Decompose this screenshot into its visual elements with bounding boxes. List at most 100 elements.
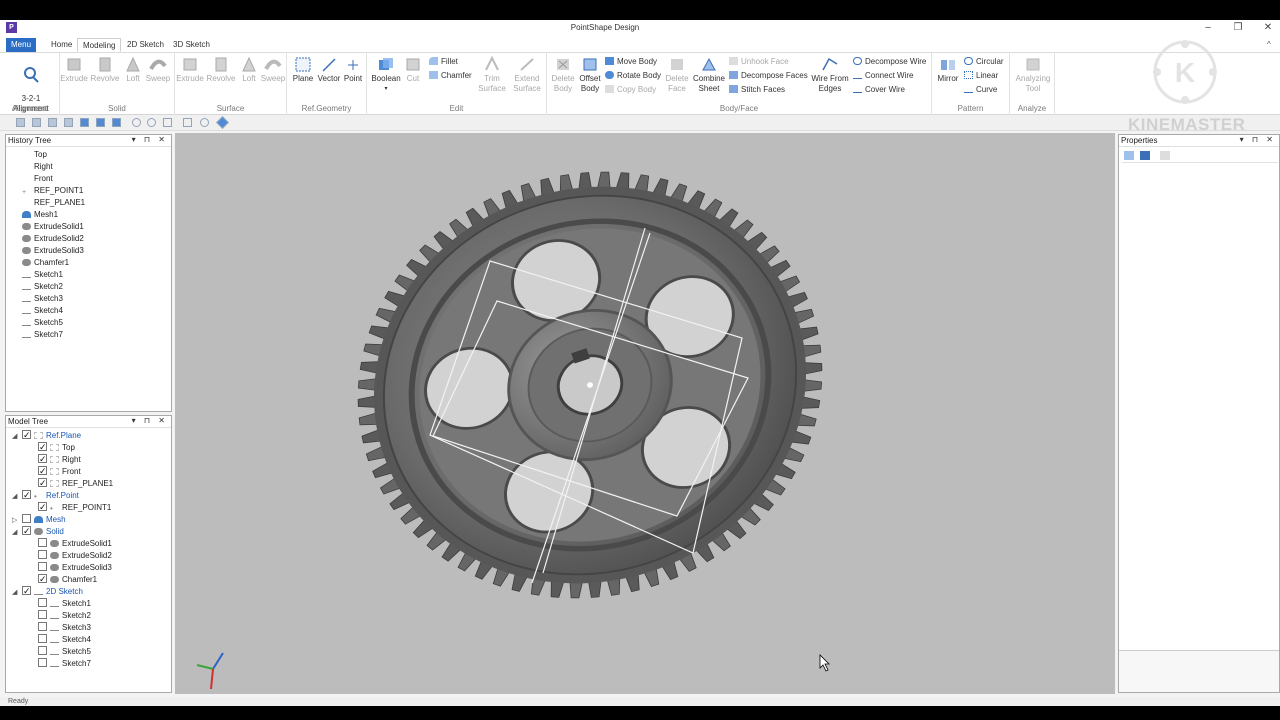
model-tree-item[interactable]: • REF_POINT1: [38, 501, 111, 514]
model-tree-item[interactable]: REF_PLANE1: [38, 477, 113, 490]
combine-sheet-button[interactable]: Combine Sheet: [692, 56, 726, 94]
history-item[interactable]: Sketch7: [22, 329, 63, 341]
history-item[interactable]: Chamfer1: [22, 257, 69, 269]
history-item[interactable]: Right: [22, 161, 53, 173]
visibility-checkbox[interactable]: [38, 453, 47, 465]
visibility-checkbox[interactable]: [38, 501, 47, 513]
visibility-checkbox[interactable]: [22, 525, 31, 537]
rotate-view-ccw-icon[interactable]: [147, 118, 156, 127]
rotate-view-icon[interactable]: [132, 118, 141, 127]
history-item[interactable]: Sketch3: [22, 293, 63, 305]
history-item[interactable]: ExtrudeSolid1: [22, 221, 84, 233]
move-body-button[interactable]: Move Body: [605, 57, 657, 66]
display-mode-icon[interactable]: [216, 116, 229, 129]
history-item[interactable]: Mesh1: [22, 209, 58, 221]
cover-wire-button[interactable]: Cover Wire: [853, 85, 905, 94]
visibility-checkbox[interactable]: [38, 610, 47, 619]
surface-sweep-button[interactable]: Sweep: [260, 56, 286, 84]
fillet-button[interactable]: Fillet: [429, 57, 458, 66]
visibility-checkbox[interactable]: [38, 622, 47, 631]
ribbon-collapse-icon[interactable]: ^: [1262, 38, 1276, 52]
visibility-checkbox[interactable]: [38, 658, 47, 667]
visibility-checkbox[interactable]: [38, 441, 47, 453]
visibility-checkbox[interactable]: [38, 598, 47, 607]
zoom-icon[interactable]: [200, 118, 209, 127]
solid-extrude-button[interactable]: Extrude: [60, 56, 88, 84]
view-bottom-icon[interactable]: [96, 118, 105, 127]
categorized-icon[interactable]: [1124, 151, 1134, 160]
tab-3d-sketch[interactable]: 3D Sketch: [168, 38, 215, 52]
model-tree-item[interactable]: Sketch4: [38, 634, 91, 646]
model-tree-item[interactable]: Sketch3: [38, 622, 91, 634]
maximize-icon[interactable]: ❐: [1228, 21, 1248, 35]
curve-button[interactable]: Curve: [964, 85, 997, 94]
visibility-checkbox[interactable]: [22, 489, 31, 501]
view-iso-icon[interactable]: [112, 118, 121, 127]
trim-surface-button[interactable]: Trim Surface: [477, 56, 507, 94]
surface-loft-button[interactable]: Loft: [238, 56, 260, 84]
visibility-checkbox[interactable]: [38, 573, 47, 585]
history-item[interactable]: Top: [22, 149, 47, 161]
visibility-checkbox[interactable]: [38, 550, 47, 559]
visibility-checkbox[interactable]: [38, 634, 47, 643]
history-item[interactable]: Sketch4: [22, 305, 63, 317]
tab-home[interactable]: Home: [46, 38, 77, 52]
linear-button[interactable]: Linear: [964, 71, 998, 80]
chamfer-button[interactable]: Chamfer: [429, 71, 472, 80]
history-item[interactable]: Sketch5: [22, 317, 63, 329]
stitch-faces-button[interactable]: Stitch Faces: [729, 85, 785, 94]
offset-body-button[interactable]: Offset Body: [577, 56, 603, 94]
history-item[interactable]: ExtrudeSolid3: [22, 245, 84, 257]
history-item[interactable]: Sketch2: [22, 281, 63, 293]
unhook-face-button[interactable]: Unhook Face: [729, 57, 789, 66]
view-back-icon[interactable]: [32, 118, 41, 127]
undo-view-icon[interactable]: [163, 118, 172, 127]
visibility-checkbox[interactable]: [38, 538, 47, 547]
model-tree-item[interactable]: ExtrudeSolid3: [38, 562, 112, 574]
surface-revolve-button[interactable]: Revolve: [206, 56, 236, 84]
copy-body-button[interactable]: Copy Body: [605, 85, 656, 94]
decompose-wire-button[interactable]: Decompose Wire: [853, 57, 926, 66]
visibility-checkbox[interactable]: [22, 585, 31, 597]
visibility-checkbox[interactable]: [22, 429, 31, 441]
connect-wire-button[interactable]: Connect Wire: [853, 71, 913, 80]
solid-loft-button[interactable]: Loft: [122, 56, 144, 84]
solid-sweep-button[interactable]: Sweep: [144, 56, 172, 84]
view-top-icon[interactable]: [80, 118, 89, 127]
visibility-checkbox[interactable]: [22, 514, 31, 523]
view-front-icon[interactable]: [16, 118, 25, 127]
history-item[interactable]: Front: [22, 173, 53, 185]
model-tree-item[interactable]: Sketch7: [38, 658, 91, 670]
history-item[interactable]: Sketch1: [22, 269, 63, 281]
visibility-checkbox[interactable]: [38, 562, 47, 571]
model-tree-group[interactable]: ◢ 2D Sketch: [12, 585, 83, 599]
3d-viewport[interactable]: [175, 133, 1115, 694]
model-tree-item[interactable]: ExtrudeSolid2: [38, 550, 112, 562]
history-item[interactable]: + REF_POINT1: [22, 185, 83, 197]
point-button[interactable]: Point: [342, 56, 364, 84]
property-pages-icon[interactable]: [1160, 151, 1170, 160]
extend-surface-button[interactable]: Extend Surface: [510, 56, 544, 94]
visibility-checkbox[interactable]: [38, 646, 47, 655]
model-tree-item[interactable]: Chamfer1: [38, 573, 97, 586]
panel-controls[interactable]: ▾ ⊓ ✕: [132, 135, 168, 144]
wire-from-edges-button[interactable]: Wire From Edges: [809, 56, 851, 94]
expand-icon[interactable]: ◢: [12, 491, 22, 503]
circular-button[interactable]: Circular: [964, 57, 1004, 66]
model-tree-item[interactable]: ExtrudeSolid1: [38, 538, 112, 550]
model-tree-group[interactable]: ◢ Ref.Plane: [12, 429, 81, 442]
mirror-button[interactable]: Mirror: [935, 56, 961, 84]
close-icon[interactable]: ✕: [1258, 21, 1278, 35]
surface-extrude-button[interactable]: Extrude: [175, 56, 205, 84]
panel-controls[interactable]: ▾ ⊓ ✕: [132, 416, 168, 425]
view-left-icon[interactable]: [48, 118, 57, 127]
decompose-faces-button[interactable]: Decompose Faces: [729, 71, 808, 80]
tab-menu[interactable]: Menu: [6, 38, 37, 52]
panel-controls[interactable]: ▾ ⊓ ✕: [1240, 135, 1276, 144]
dropdown-arrow-icon[interactable]: ▾: [371, 84, 401, 94]
tab-2d-sketch[interactable]: 2D Sketch: [122, 38, 169, 52]
expand-icon[interactable]: ◢: [12, 587, 22, 599]
rotate-body-button[interactable]: Rotate Body: [605, 71, 661, 80]
model-tree-item[interactable]: Sketch2: [38, 610, 91, 622]
zoom-fit-icon[interactable]: [183, 118, 192, 127]
